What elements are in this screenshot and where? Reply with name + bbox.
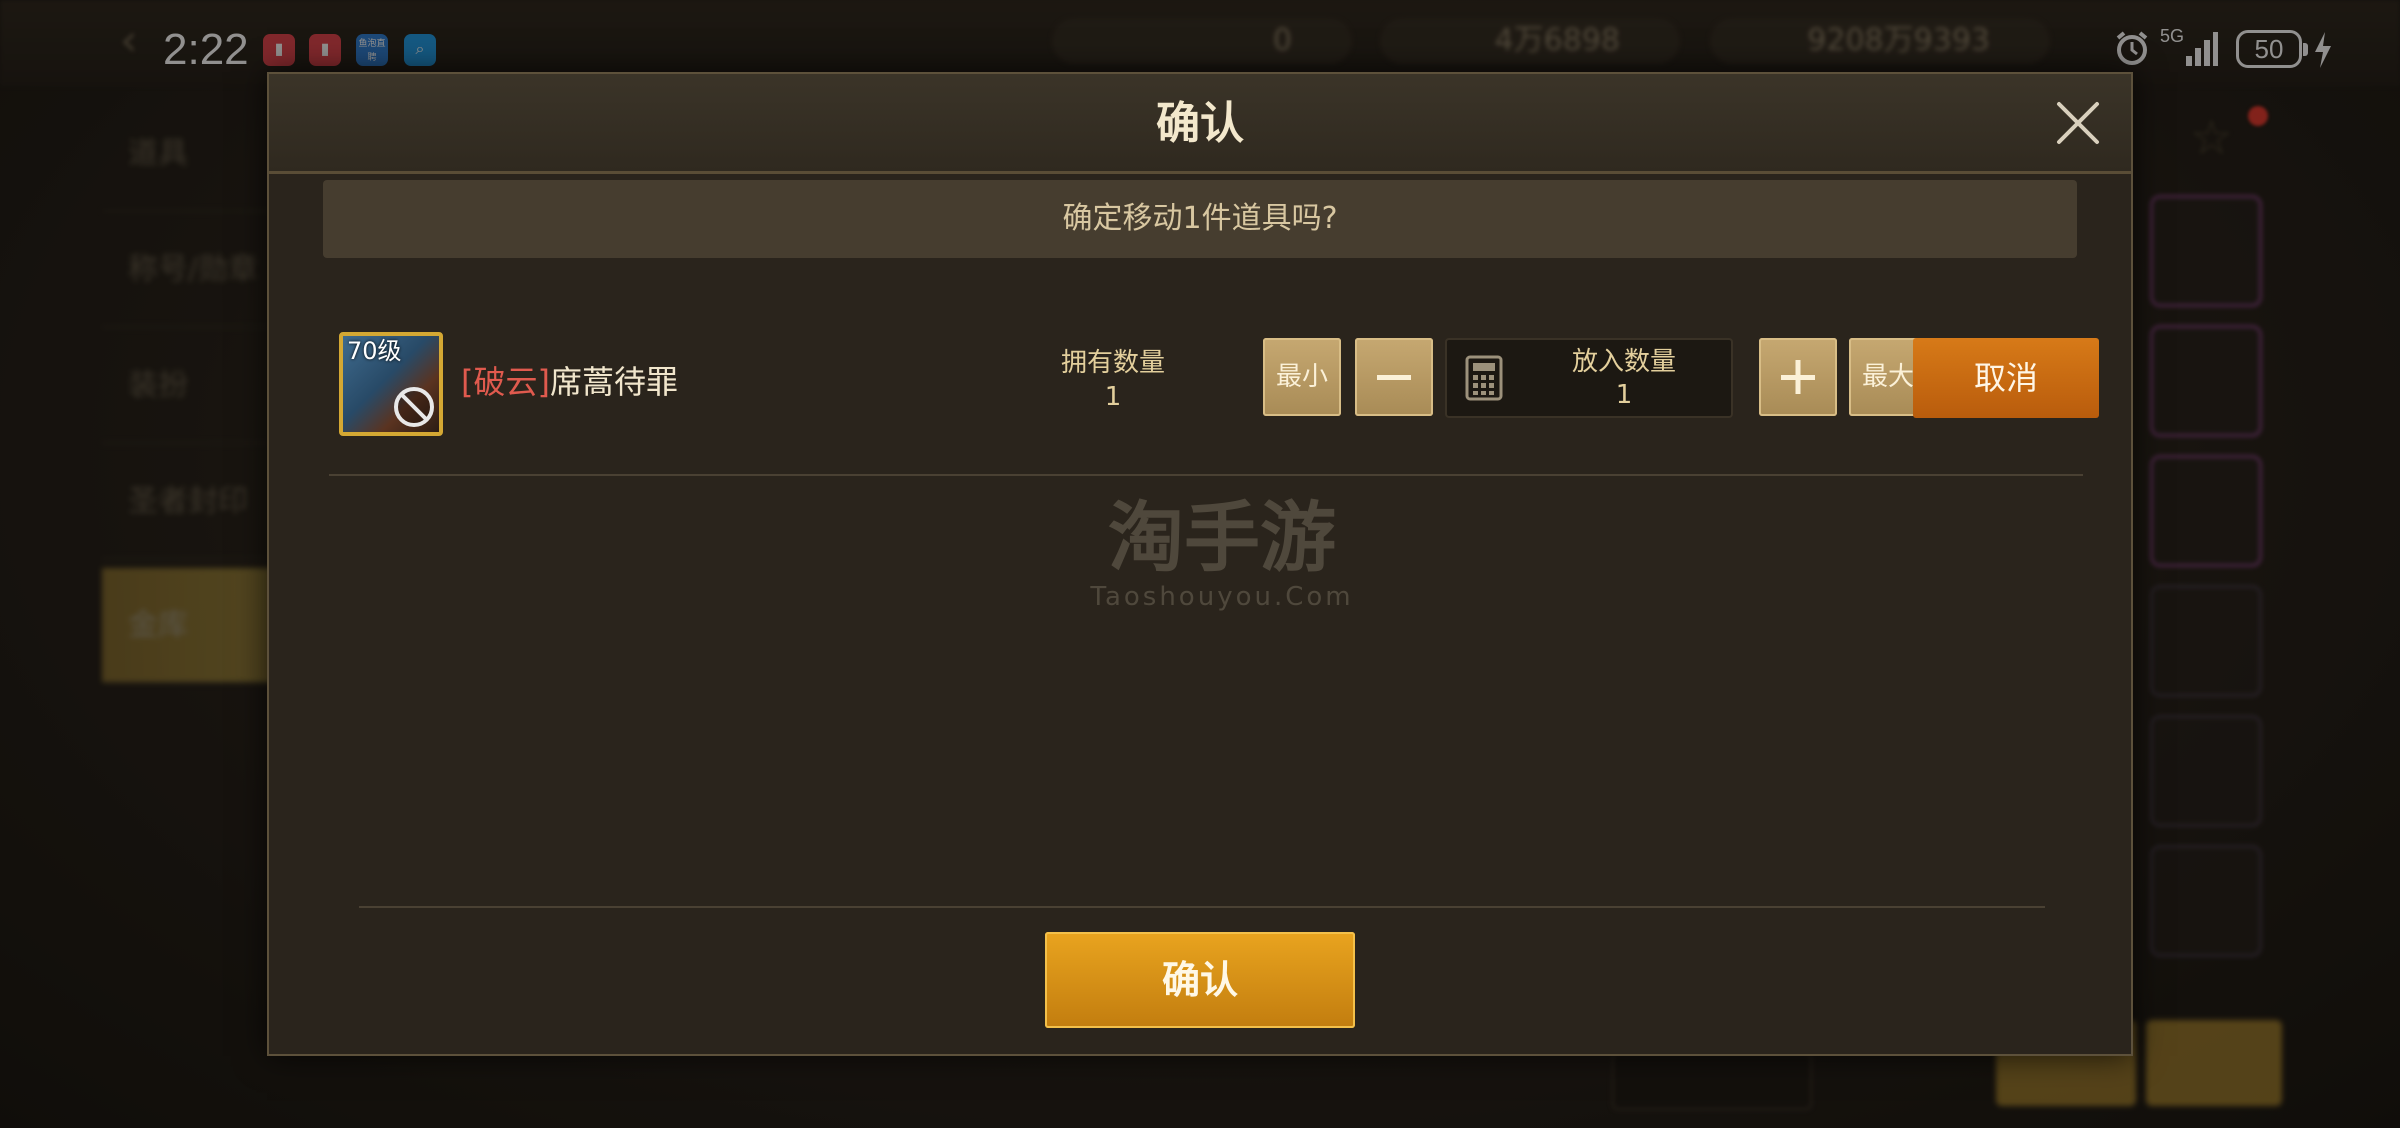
minus-icon bbox=[1377, 375, 1411, 380]
put-quantity-label: 放入数量 bbox=[1571, 347, 1676, 377]
item-tag: [破云] bbox=[461, 363, 550, 401]
divider bbox=[359, 906, 2045, 908]
owned-quantity-value: 1 bbox=[1104, 382, 1122, 412]
confirm-button[interactable]: 确认 bbox=[1045, 932, 1355, 1028]
untradeable-icon bbox=[394, 387, 434, 427]
item-level: 70级 bbox=[347, 337, 402, 365]
increase-button[interactable] bbox=[1759, 338, 1837, 416]
cancel-button[interactable]: 取消 bbox=[1913, 338, 2099, 418]
plus-icon bbox=[1781, 360, 1815, 394]
dialog-header: 确认 bbox=[269, 74, 2131, 174]
owned-quantity-label: 拥有数量 bbox=[1060, 348, 1165, 378]
calculator-icon[interactable] bbox=[1465, 355, 1503, 401]
item-row: 70级 [破云]席蒿待罪 拥有数量 1 最小 放入数量 1 最大 取消 bbox=[329, 326, 2099, 476]
item-name: [破云]席蒿待罪 bbox=[461, 360, 678, 404]
dialog-title: 确认 bbox=[1156, 98, 1244, 149]
quantity-input[interactable]: 放入数量 1 bbox=[1445, 338, 1733, 418]
item-title: 席蒿待罪 bbox=[549, 363, 678, 401]
confirm-prompt: 确定移动1件道具吗? bbox=[323, 180, 2077, 258]
put-quantity-value: 1 bbox=[1615, 380, 1633, 410]
min-button[interactable]: 最小 bbox=[1263, 338, 1341, 416]
close-icon bbox=[2057, 102, 2099, 144]
close-button[interactable] bbox=[2051, 96, 2105, 150]
confirm-dialog: 确认 确定移动1件道具吗? 70级 [破云]席蒿待罪 拥有数量 1 最小 放入数… bbox=[267, 72, 2133, 1056]
decrease-button[interactable] bbox=[1355, 338, 1433, 416]
watermark-logo: 淘手游 bbox=[1108, 493, 1336, 582]
watermark-url: Taoshouyou.Com bbox=[1090, 582, 1354, 612]
item-thumbnail: 70级 bbox=[339, 332, 443, 436]
